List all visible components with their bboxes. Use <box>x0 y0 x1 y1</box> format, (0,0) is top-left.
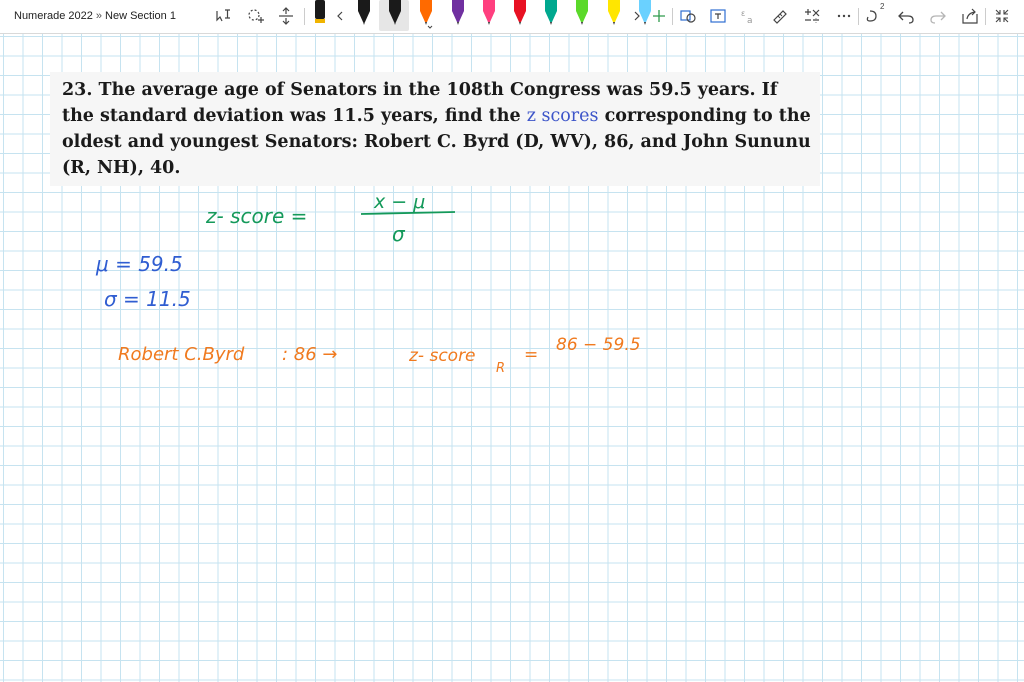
formula-label: z- score = <box>205 204 307 228</box>
mu-value: μ = 59.5 <box>95 252 183 276</box>
byrd-numerator: 86 − 59.5 <box>556 335 641 355</box>
byrd-subscript: R <box>496 361 505 376</box>
sigma-value: σ = 11.5 <box>104 287 191 311</box>
byrd-name: Robert C.Byrd <box>118 344 245 365</box>
byrd-zscore: z- score <box>408 346 476 366</box>
formula-denominator: σ <box>392 222 406 246</box>
formula-numerator: x − μ <box>373 191 425 213</box>
handwriting-layer: z- score = x − μ σ μ = 59.5 σ = 11.5 Rob… <box>95 191 641 376</box>
byrd-value: : 86 → <box>282 344 338 365</box>
byrd-equals: = <box>524 345 538 365</box>
